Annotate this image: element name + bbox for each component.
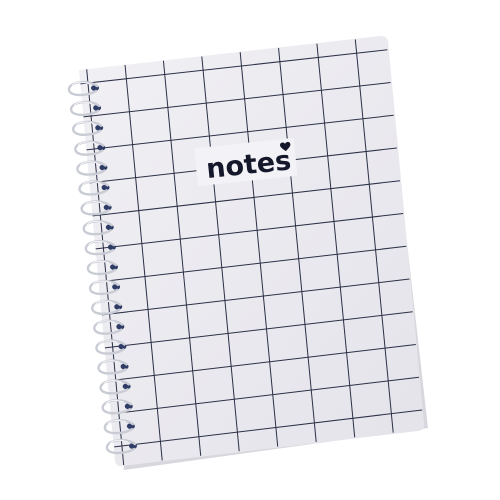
photo-scene: notes — [0, 0, 500, 500]
notebook-cover — [79, 35, 425, 467]
notebook-photo: notes — [67, 35, 428, 470]
